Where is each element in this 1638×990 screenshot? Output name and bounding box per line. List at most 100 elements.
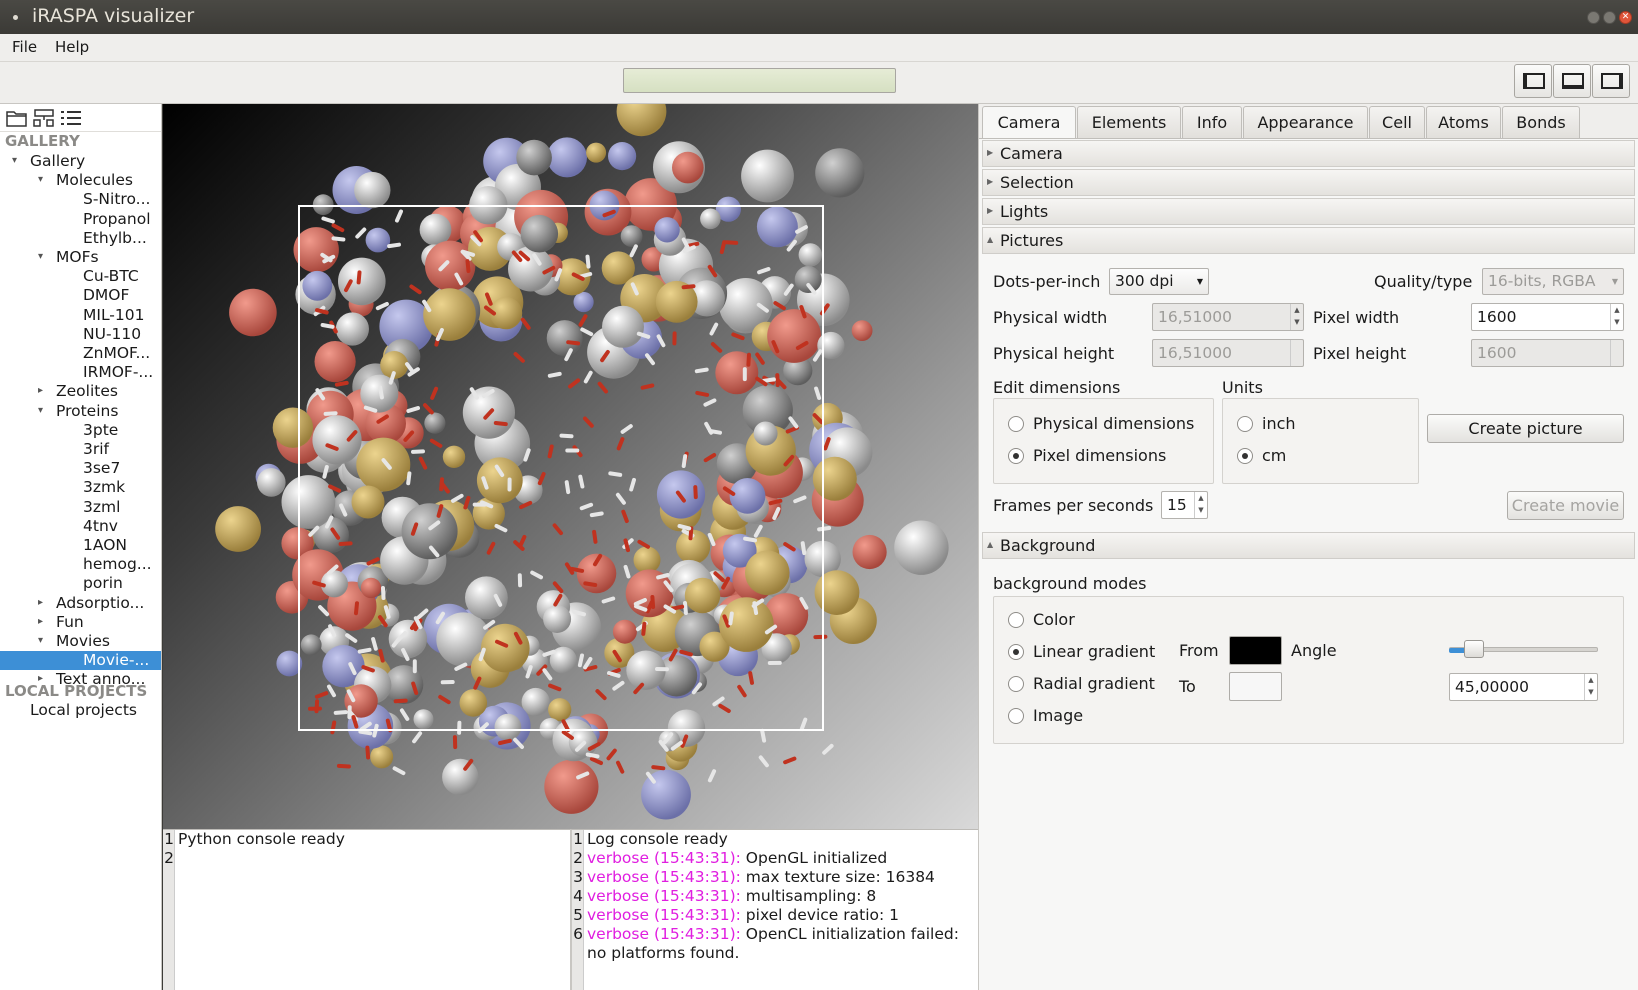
menu-help[interactable]: Help: [55, 38, 89, 56]
tab-elements[interactable]: Elements: [1077, 106, 1181, 139]
log-console[interactable]: 1 Log console ready 2 verbose (15:43:31): …: [570, 829, 978, 990]
tree-item[interactable]: hemog...: [0, 555, 161, 574]
tree-item[interactable]: ZnMOF...: [0, 344, 161, 363]
expanded-arrow-icon[interactable]: ▾: [38, 174, 43, 185]
folder-icon[interactable]: [6, 109, 28, 131]
tree-item[interactable]: 3pte: [0, 421, 161, 440]
cm-label[interactable]: cm: [1262, 446, 1286, 465]
fps-input[interactable]: 15 ▲ ▼: [1161, 491, 1208, 519]
bond-stick: [760, 728, 767, 743]
physical-height-input[interactable]: 16,51000: [1152, 339, 1304, 367]
bond-stick: [623, 564, 631, 579]
toggle-right-panel-button[interactable]: [1592, 64, 1630, 98]
collapsed-arrow-icon[interactable]: ▸: [38, 616, 43, 627]
radial-gradient-radio[interactable]: [1008, 676, 1024, 692]
tree-item[interactable]: IRMOF-...: [0, 363, 161, 382]
tree-item[interactable]: porin: [0, 574, 161, 593]
radial-gradient-label[interactable]: Radial gradient: [1033, 674, 1155, 693]
inch-radio[interactable]: [1237, 416, 1253, 432]
slider-handle[interactable]: [1463, 640, 1484, 658]
angle-input[interactable]: 45,00000 ▲ ▼: [1449, 673, 1598, 701]
image-mode-label[interactable]: Image: [1033, 706, 1083, 725]
pixel-width-input[interactable]: 1600 ▲ ▼: [1471, 303, 1624, 331]
expanded-arrow-icon[interactable]: ▾: [38, 635, 43, 646]
bond-stick: [694, 367, 709, 374]
tree-item[interactable]: ▾ Proteins: [0, 402, 161, 421]
toggle-bottom-panel-button[interactable]: [1553, 64, 1591, 98]
bond-stick: [356, 270, 362, 285]
section-pictures[interactable]: ▲ Pictures: [982, 227, 1635, 254]
section-background[interactable]: ▲ Background: [982, 532, 1635, 559]
create-picture-button[interactable]: Create picture: [1427, 414, 1624, 443]
maximize-button[interactable]: [1603, 11, 1616, 24]
close-button[interactable]: ✕: [1619, 11, 1632, 24]
linear-gradient-label[interactable]: Linear gradient: [1033, 642, 1155, 661]
to-color-swatch[interactable]: [1229, 672, 1282, 701]
tree-item[interactable]: 1AON: [0, 536, 161, 555]
bond-stick: [406, 471, 412, 486]
render-viewport[interactable]: [163, 104, 978, 829]
pixel-dimensions-label[interactable]: Pixel dimensions: [1033, 446, 1166, 465]
window-menu-icon[interactable]: [13, 15, 18, 20]
section-lights[interactable]: ▶ Lights: [982, 198, 1635, 225]
expanded-arrow-icon[interactable]: ▾: [38, 251, 43, 262]
cm-radio[interactable]: [1237, 448, 1253, 464]
tree-item[interactable]: 3rif: [0, 440, 161, 459]
minimize-button[interactable]: [1587, 11, 1600, 24]
expanded-arrow-icon[interactable]: ▾: [12, 155, 17, 166]
tree-item[interactable]: ▾ Movies: [0, 632, 161, 651]
physical-dimensions-radio[interactable]: [1008, 416, 1024, 432]
tree-item[interactable]: NU-110: [0, 325, 161, 344]
image-radio[interactable]: [1008, 708, 1024, 724]
physical-width-input[interactable]: 16,51000 ▲ ▼: [1152, 303, 1304, 331]
tab-appearance[interactable]: Appearance: [1243, 106, 1368, 139]
toggle-left-panel-button[interactable]: [1514, 64, 1552, 98]
python-console[interactable]: 1 Python console ready 2: [163, 829, 570, 990]
color-radio[interactable]: [1008, 612, 1024, 628]
dpi-select[interactable]: 300 dpi ▼: [1109, 268, 1209, 295]
tree-item[interactable]: Movie-...: [0, 651, 161, 671]
right-panel-icon: [1601, 73, 1623, 89]
tree-item[interactable]: Propanol: [0, 210, 161, 229]
color-mode-label[interactable]: Color: [1033, 610, 1075, 629]
physical-dimensions-label[interactable]: Physical dimensions: [1033, 414, 1194, 433]
expanded-arrow-icon[interactable]: ▾: [38, 405, 43, 416]
tree-item[interactable]: 4tnv: [0, 517, 161, 536]
collapsed-arrow-icon[interactable]: ▸: [38, 597, 43, 608]
collapsed-arrow-icon[interactable]: ▸: [38, 385, 43, 396]
tree-item[interactable]: ▸ Adsorptio...: [0, 594, 161, 613]
tab-atoms[interactable]: Atoms: [1426, 106, 1501, 139]
tree-item[interactable]: 3zml: [0, 498, 161, 517]
pixel-height-label: Pixel height: [1313, 344, 1407, 363]
tree-item[interactable]: S-Nitro...: [0, 190, 161, 209]
tree-item[interactable]: DMOF: [0, 286, 161, 305]
tree-item[interactable]: ▸ Fun: [0, 613, 161, 632]
menu-file[interactable]: File: [12, 38, 37, 56]
pixel-height-input[interactable]: 1600: [1471, 339, 1624, 367]
tree-item[interactable]: MIL-101: [0, 306, 161, 325]
tab-info[interactable]: Info: [1182, 106, 1242, 139]
tree-item[interactable]: ▾ Gallery: [0, 152, 161, 171]
pixel-dimensions-radio[interactable]: [1008, 448, 1024, 464]
tree-item[interactable]: 3se7: [0, 459, 161, 478]
tab-cell[interactable]: Cell: [1369, 106, 1425, 139]
from-color-swatch[interactable]: [1229, 636, 1282, 665]
molecular-structure-render[interactable]: [163, 104, 978, 829]
section-camera[interactable]: ▶ Camera: [982, 140, 1635, 167]
hierarchy-icon[interactable]: [33, 109, 55, 131]
tree-item[interactable]: Ethylb...: [0, 229, 161, 248]
tree-item[interactable]: ▾ Molecules: [0, 171, 161, 190]
create-movie-button[interactable]: Create movie: [1507, 491, 1624, 520]
linear-gradient-radio[interactable]: [1008, 644, 1024, 660]
tree-item[interactable]: ▸ Zeolites: [0, 382, 161, 401]
list-icon[interactable]: [60, 109, 82, 131]
inch-label[interactable]: inch: [1262, 414, 1296, 433]
tree-item[interactable]: 3zmk: [0, 478, 161, 497]
tree-item[interactable]: ▾ MOFs: [0, 248, 161, 267]
tree-item-local-projects[interactable]: Local projects: [0, 701, 161, 720]
tab-camera[interactable]: Camera: [982, 106, 1076, 141]
tree-item[interactable]: Cu-BTC: [0, 267, 161, 286]
section-selection[interactable]: ▶ Selection: [982, 169, 1635, 196]
tab-bonds[interactable]: Bonds: [1502, 106, 1580, 139]
quality-select[interactable]: 16-bits, RGBA ▼: [1482, 268, 1624, 295]
